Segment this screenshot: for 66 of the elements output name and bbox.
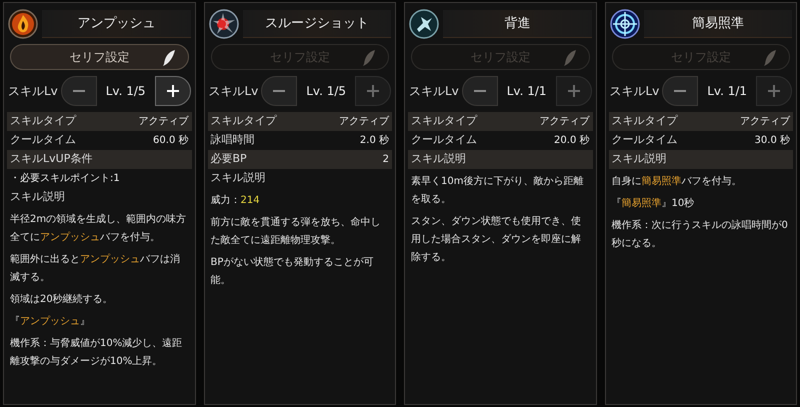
description-text: 機作系：与脅威値が10%減少し、遠距離攻撃の与ダメージが10%上昇。 xyxy=(10,336,184,369)
description-text: 範囲外に出ると アンプッシュバフは消滅する。 xyxy=(10,252,181,285)
minus-icon xyxy=(273,90,286,92)
crosshair-icon xyxy=(610,9,640,39)
increase-button[interactable] xyxy=(154,76,190,106)
minus-icon xyxy=(474,90,486,92)
description-text: 『アンプッシュ』 xyxy=(10,314,91,329)
stat-label: スキルタイプ xyxy=(411,113,477,130)
flame-emblem-icon xyxy=(8,9,38,39)
description-text: スタン、ダウン状態でも使用でき、使用した場合スタン、ダウンを即座に解除する。 xyxy=(411,214,582,265)
stat-label: スキルタイプ xyxy=(10,113,76,130)
skill-level-label: スキルLv xyxy=(409,83,459,100)
section-title: スキル説明 xyxy=(210,170,266,186)
description-text: BPがない状態でも発動することが可能。 xyxy=(210,256,374,288)
description-text: 『簡易照準』10秒 xyxy=(612,196,696,211)
skill-level-label: スキルLv xyxy=(8,83,58,100)
stat-value: アクティブ xyxy=(540,114,590,129)
level-value: Lv. 1/5 xyxy=(305,83,348,100)
stat-label: クールタイム xyxy=(411,132,477,148)
description-text: 威力：214 xyxy=(210,194,261,208)
stat-label: クールタイム xyxy=(612,132,678,148)
stat-value: アクティブ xyxy=(740,114,790,129)
plus-icon xyxy=(367,85,379,97)
quill-icon xyxy=(162,49,176,67)
description-text: 機作系：次に行うスキルの詠唱時間が0秒になる。 xyxy=(612,218,789,251)
quill-icon xyxy=(763,49,777,67)
stat-value: 30.0 秒 xyxy=(754,134,790,148)
stat-label: 必要BP xyxy=(210,151,247,168)
plus-icon xyxy=(166,85,178,97)
skill-title: 背進 xyxy=(504,14,530,33)
quill-icon xyxy=(362,49,376,67)
minus-icon xyxy=(72,90,85,92)
description-text: 素早く10m後方に下がり、敵から距離を取る。 xyxy=(411,174,584,207)
description-text: 半径2mの領域を生成し、範囲内の味方全てにアンプッシュバフを付与。 xyxy=(10,212,188,245)
stat-label: クールタイム xyxy=(10,132,76,148)
stat-value: 60.0 秒 xyxy=(153,134,188,148)
stat-value: 2 xyxy=(382,153,389,167)
section-title: スキル説明 xyxy=(10,189,65,206)
quill-icon xyxy=(562,49,576,67)
plus-icon xyxy=(768,85,780,97)
serif-settings-button[interactable]: セリフ設定 xyxy=(10,44,188,70)
stat-label: スキルタイプ xyxy=(210,113,276,130)
level-value: Lv. 1/5 xyxy=(104,83,147,100)
description-text: 自身に簡易照準バフを付与。 xyxy=(612,174,742,189)
stat-value: アクティブ xyxy=(138,114,188,129)
burst-emblem-icon xyxy=(208,9,238,39)
stat-value: 20.0 秒 xyxy=(554,134,590,148)
level-value: Lv. 1/1 xyxy=(506,83,548,100)
stat-value: アクティブ xyxy=(339,114,389,129)
skill-level-label: スキルLv xyxy=(208,83,258,100)
skill-level-label: スキルLv xyxy=(610,83,660,100)
stat-label: 詠唱時間 xyxy=(210,132,254,148)
section-title: スキル説明 xyxy=(612,151,666,168)
skill-title: スルージショット xyxy=(264,14,369,33)
skill-title: 簡易照準 xyxy=(692,14,744,33)
description-text: 前方に敵を貫通する弾を放ち、命中した敵全てに遠距離物理攻撃。 xyxy=(210,216,382,248)
level-value: Lv. 1/1 xyxy=(706,83,748,100)
skill-title: アンプッシュ xyxy=(77,14,156,33)
minus-icon xyxy=(674,90,686,92)
plus-icon xyxy=(568,85,580,97)
stat-value: 2.0 秒 xyxy=(360,134,389,148)
section-title: スキルLvUP条件 xyxy=(10,151,92,168)
stat-label: スキルタイプ xyxy=(612,113,678,130)
requirement-text: ・必要スキルポイント:1 xyxy=(9,172,121,186)
description-text: 領域は20秒継続する。 xyxy=(10,292,114,307)
section-title: スキル説明 xyxy=(411,151,466,168)
